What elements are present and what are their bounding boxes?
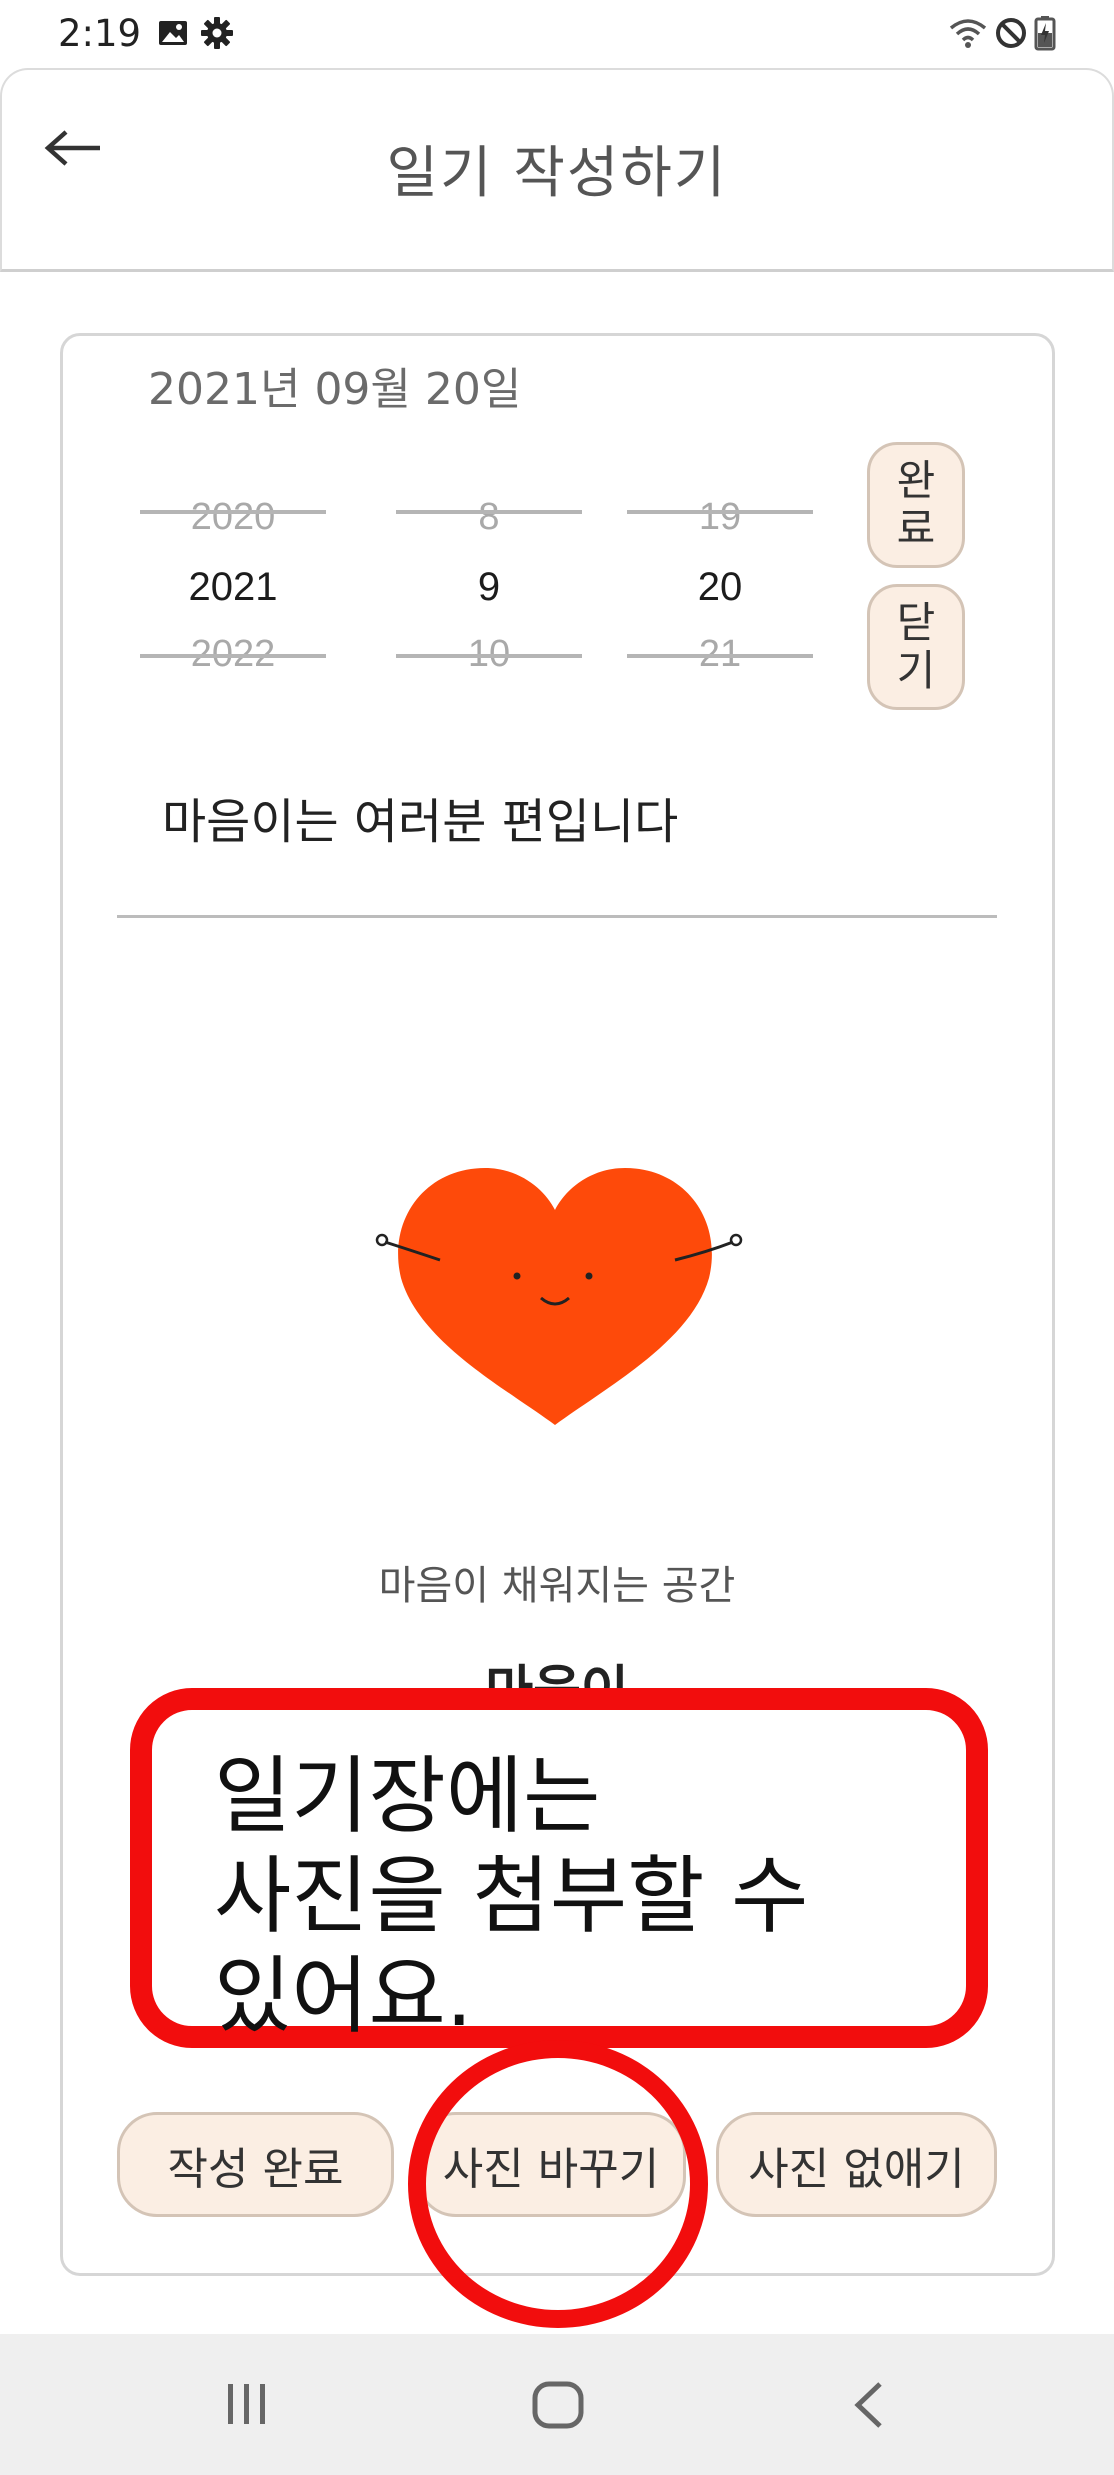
- recent-apps-icon[interactable]: [222, 2382, 272, 2426]
- status-time: 2:19: [58, 12, 142, 55]
- confirm-date-button[interactable]: 완료: [867, 442, 965, 568]
- picker-divider: [140, 654, 326, 658]
- picker-day-prev[interactable]: 19: [627, 496, 813, 539]
- home-icon[interactable]: [531, 2380, 585, 2430]
- picker-divider: [627, 654, 813, 658]
- picker-month-prev[interactable]: 8: [396, 496, 582, 539]
- diary-text-input[interactable]: 마음이는 여러분 편입니다: [162, 782, 678, 852]
- tutorial-callout: 일기장에는 사진을 첨부할 수 있어요.: [130, 1688, 988, 2048]
- do-not-disturb-icon: [996, 18, 1026, 48]
- picker-divider: [627, 510, 813, 514]
- annotation-circle: [408, 2040, 708, 2328]
- gear-icon: [201, 17, 233, 49]
- callout-text: 일기장에는 사진을 첨부할 수 있어요.: [214, 1747, 809, 2045]
- status-bar: 2:19: [0, 0, 1114, 68]
- page-title: 일기 작성하기: [386, 141, 728, 206]
- picker-month-selected[interactable]: 9: [396, 565, 582, 610]
- text-underline: [117, 915, 997, 918]
- system-nav-bar: [0, 2334, 1114, 2475]
- picker-divider: [140, 510, 326, 514]
- picker-divider: [396, 654, 582, 658]
- wifi-icon: [949, 19, 987, 48]
- picker-divider: [396, 510, 582, 514]
- close-picker-button[interactable]: 닫기: [867, 584, 965, 710]
- status-icons: [948, 14, 1056, 52]
- back-icon[interactable]: [852, 2380, 886, 2430]
- picker-year-selected[interactable]: 2021: [140, 565, 326, 610]
- close-picker-label: 닫기: [896, 598, 936, 695]
- battery-icon: [1034, 16, 1056, 51]
- photo-caption: 마음이 채워지는 공간: [378, 1563, 736, 1609]
- heart-character-image: [375, 1168, 743, 1425]
- confirm-date-label: 완료: [896, 456, 936, 553]
- submit-button[interactable]: 작성 완료: [117, 2112, 394, 2217]
- submit-label: 작성 완료: [167, 2143, 344, 2195]
- picker-day-selected[interactable]: 20: [627, 565, 813, 610]
- remove-photo-button[interactable]: 사진 없애기: [716, 2112, 997, 2217]
- date-header: 2021년 09월 20일: [148, 364, 522, 415]
- remove-photo-label: 사진 없애기: [748, 2143, 965, 2195]
- image-icon: [159, 21, 187, 45]
- picker-year-prev[interactable]: 2020: [140, 496, 326, 539]
